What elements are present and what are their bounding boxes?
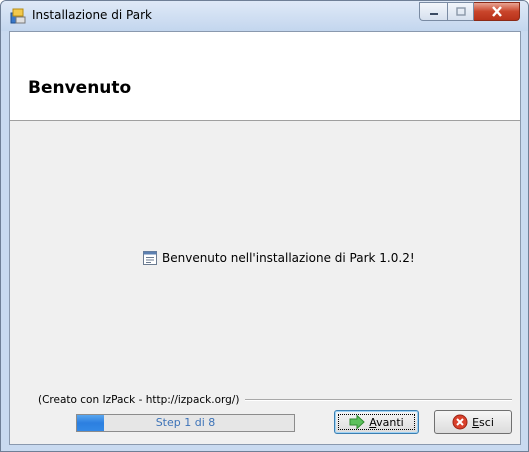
separator [245,399,512,401]
minimize-icon [429,12,438,15]
close-icon [491,6,502,17]
page-title: Benvenuto [28,78,132,98]
maximize-icon [455,7,466,16]
window-title: Installazione di Park [32,8,152,22]
installer-icon [10,8,26,24]
welcome-text: Benvenuto nell'installazione di Park 1.0… [162,251,415,265]
focus-rect [338,414,415,430]
installer-panel: Benvenuto Benvenuto nell'installazione d… [9,31,521,445]
progress-label: Step 1 di 8 [155,416,216,429]
welcome-message: Benvenuto nell'installazione di Park 1.0… [142,250,415,266]
izpack-credit: (Creato con IzPack - http://izpack.org/) [38,394,240,406]
quit-button-label: Esci [472,416,494,429]
quit-button[interactable]: Esci [434,410,512,434]
quit-label-rest: sci [479,415,494,429]
close-button[interactable] [474,2,520,21]
installer-window: Installazione di Park Benvenuto Benvenut… [0,0,529,452]
quit-mnemonic: E [472,415,480,429]
minimize-button[interactable] [419,2,447,21]
red-x-icon [452,414,468,430]
window-controls [419,2,520,22]
maximize-button[interactable] [447,2,474,21]
panel-header: Benvenuto [10,32,520,121]
title-bar[interactable]: Installazione di Park [1,1,528,31]
credit-line: (Creato con IzPack - http://izpack.org/) [38,394,512,406]
next-button[interactable]: Avanti [334,410,419,434]
document-icon [143,251,157,265]
step-progress-bar: Step 1 di 8 [76,414,295,432]
